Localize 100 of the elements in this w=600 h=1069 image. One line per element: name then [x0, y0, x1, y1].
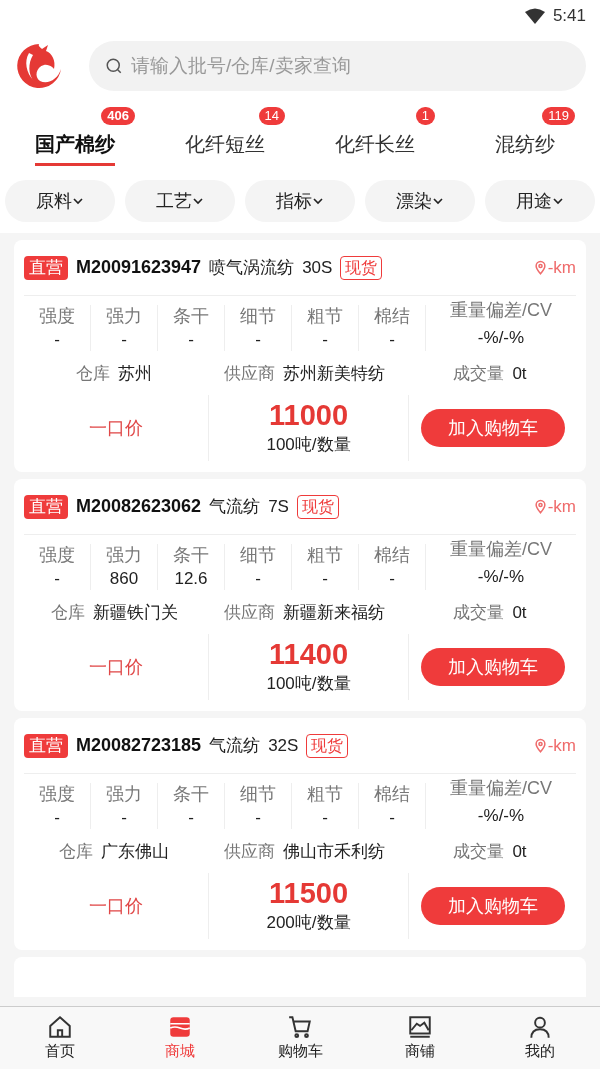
clock: 5:41 — [552, 5, 586, 28]
metric-value: - — [54, 807, 60, 829]
supplier-value: 新疆新来福纺 — [282, 602, 385, 625]
metric-value: - — [322, 568, 328, 590]
warehouse-label: 仓库 — [76, 363, 110, 386]
search-icon — [105, 57, 123, 75]
metric-value: - — [121, 807, 127, 829]
yarn-count: 32S — [268, 734, 299, 757]
nav-tab[interactable]: 首页 — [0, 1007, 120, 1069]
chevron-down-icon — [432, 195, 444, 207]
distance: -km — [547, 495, 576, 518]
supplier-label: 供应商 — [223, 363, 275, 386]
distance: -km — [547, 256, 576, 279]
filter-dropdown[interactable]: 指标 — [245, 180, 355, 222]
metric-value: - — [121, 329, 127, 351]
warehouse-label: 仓库 — [50, 602, 85, 625]
metric-label: 棉结 — [374, 544, 410, 567]
metric-label: 强力 — [106, 783, 142, 806]
metric-label: 粗节 — [307, 544, 343, 567]
metric-label: 粗节 — [307, 783, 343, 806]
metric-value: - — [188, 329, 194, 351]
metric-value: - — [389, 329, 395, 351]
spinning-process: 喷气涡流纺 — [209, 256, 295, 279]
spinning-process: 气流纺 — [209, 495, 261, 518]
batch-number: M20082623062 — [76, 495, 202, 518]
location-pin-icon — [532, 499, 548, 514]
metric-value: -%/-% — [477, 327, 525, 349]
chevron-down-icon — [552, 195, 564, 207]
nav-tab[interactable]: 商城 — [120, 1007, 240, 1069]
price-type: 一口价 — [89, 655, 143, 679]
metric-value: -%/-% — [477, 805, 525, 827]
nav-tab[interactable]: 我的 — [480, 1007, 600, 1069]
yarn-count: 7S — [268, 495, 289, 518]
metric-label: 棉结 — [374, 305, 410, 328]
nav-tab[interactable]: 商铺 — [360, 1007, 480, 1069]
price-type: 一口价 — [89, 894, 143, 918]
metric-value: 860 — [109, 568, 139, 590]
volume-label: 成交量 — [453, 602, 505, 625]
fox-logo — [14, 41, 64, 91]
product-card[interactable]: 直营 M20082623062 气流纺 7S 现货 -km 强度 - 强力 860 条干 12.6 细节 - 粗节 - 棉结 - 重量偏差/CV -%/-% 仓库 新疆铁门关 供应商 新疆新来福纺 成交量 0t 一口价 11400 100吨/数量 加入购物车 — [14, 479, 586, 711]
metric-label: 强度 — [39, 783, 75, 806]
quantity: 100吨/数量 — [266, 673, 351, 696]
metric-value: - — [54, 568, 60, 590]
chevron-down-icon — [312, 195, 324, 207]
metric-value: - — [322, 807, 328, 829]
volume-label: 成交量 — [453, 841, 505, 864]
metric-value: - — [255, 568, 261, 590]
home-icon — [47, 1013, 73, 1040]
metric-label: 细节 — [240, 783, 276, 806]
add-to-cart-button[interactable]: 加入购物车 — [420, 648, 565, 686]
metric-value: - — [255, 329, 261, 351]
metric-value: -%/-% — [477, 566, 525, 588]
metric-value: - — [188, 807, 194, 829]
add-to-cart-button[interactable]: 加入购物车 — [420, 887, 565, 925]
price: 11000 — [268, 398, 348, 433]
volume-value: 0t — [512, 841, 527, 864]
metric-label: 细节 — [240, 544, 276, 567]
price: 11400 — [268, 637, 348, 672]
spinning-process: 气流纺 — [209, 734, 261, 757]
distance: -km — [547, 734, 576, 757]
metric-label: 重量偏差/CV — [450, 299, 552, 322]
volume-value: 0t — [512, 363, 527, 386]
filter-dropdown[interactable]: 用途 — [485, 180, 595, 222]
stock-tag: 现货 — [340, 255, 383, 280]
volume-value: 0t — [512, 602, 527, 625]
add-to-cart-button[interactable]: 加入购物车 — [420, 409, 565, 447]
search-field[interactable]: 请输入批号/仓库/卖家查询 — [89, 41, 586, 91]
metric-label: 强度 — [39, 544, 75, 567]
quantity: 200吨/数量 — [266, 912, 351, 935]
filter-dropdown[interactable]: 原料 — [5, 180, 115, 222]
product-card[interactable]: 直营 M20091623947 喷气涡流纺 30S 现货 -km 强度 - 强力 - 条干 - 细节 - 粗节 - 棉结 - 重量偏差/CV -%/-% 仓库 苏州 供应商 苏州新美特纺 成交量 0t 一口价 11000 100吨/数量 加入购物车 — [14, 240, 586, 472]
filter-dropdown[interactable]: 工艺 — [125, 180, 235, 222]
metric-label: 条干 — [173, 783, 209, 806]
product-card[interactable]: 直营 M20082723185 气流纺 32S 现货 -km 强度 - 强力 - 条干 - 细节 - 粗节 - 棉结 - 重量偏差/CV -%/-% 仓库 广东佛山 供应商 佛山市禾利纺 成交量 0t 一口价 11500 200吨/数量 加入购物车 — [14, 718, 586, 950]
stock-tag: 现货 — [296, 494, 339, 519]
supplier-label: 供应商 — [223, 602, 275, 625]
metric-value: 12.6 — [174, 568, 208, 590]
metric-label: 重量偏差/CV — [450, 538, 552, 561]
direct-sale-tag: 直营 — [24, 494, 68, 519]
metric-label: 重量偏差/CV — [450, 777, 552, 800]
wifi-icon — [524, 8, 545, 24]
batch-number: M20082723185 — [76, 734, 202, 757]
supplier-value: 苏州新美特纺 — [282, 363, 385, 386]
metric-label: 条干 — [173, 544, 209, 567]
count-badge: 14 — [258, 107, 285, 125]
nav-tab[interactable]: 购物车 — [240, 1007, 360, 1069]
filter-dropdown[interactable]: 漂染 — [365, 180, 475, 222]
count-badge: 1 — [415, 107, 435, 125]
metric-value: - — [389, 807, 395, 829]
metric-value: - — [389, 568, 395, 590]
picture-frame-icon — [407, 1013, 433, 1040]
direct-sale-tag: 直营 — [24, 733, 68, 758]
chevron-down-icon — [72, 195, 84, 207]
location-pin-icon — [532, 260, 548, 275]
metric-label: 细节 — [240, 305, 276, 328]
volume-label: 成交量 — [453, 363, 505, 386]
cart-icon — [287, 1013, 313, 1040]
stock-tag: 现货 — [306, 733, 349, 758]
direct-sale-tag: 直营 — [24, 255, 68, 280]
chevron-down-icon — [192, 195, 204, 207]
